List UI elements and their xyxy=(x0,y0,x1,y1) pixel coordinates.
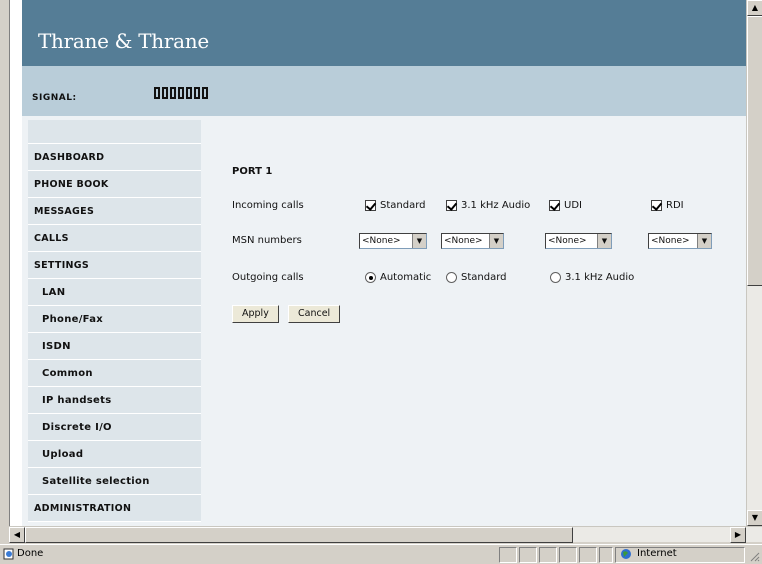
outgoing-standard-radio[interactable]: Standard xyxy=(446,272,507,283)
status-bar: Done Internet xyxy=(0,544,762,564)
horizontal-scrollbar[interactable]: ◀ ▶ xyxy=(9,526,762,543)
resize-grip-icon[interactable] xyxy=(748,550,760,562)
msn-select-4[interactable]: <None> ▼ xyxy=(648,233,712,249)
sidebar-item-messages[interactable]: MESSAGES xyxy=(28,198,201,225)
chevron-down-icon: ▼ xyxy=(697,234,711,248)
sidebar-item-isdn[interactable]: ISDN xyxy=(28,333,201,360)
scroll-down-icon[interactable]: ▼ xyxy=(747,510,762,526)
outgoing-31khz-radio[interactable]: 3.1 kHz Audio xyxy=(550,272,634,283)
status-pane xyxy=(499,547,517,563)
radio-icon xyxy=(446,272,457,283)
signal-segment xyxy=(194,87,200,99)
vertical-scroll-thumb[interactable] xyxy=(747,16,762,286)
status-pane xyxy=(519,547,537,563)
outgoing-calls-label: Outgoing calls xyxy=(232,272,304,283)
radio-label: Standard xyxy=(461,272,507,283)
incoming-rdi-checkbox[interactable]: RDI xyxy=(651,200,684,211)
msn-numbers-label: MSN numbers xyxy=(232,235,302,246)
outgoing-automatic-radio[interactable]: Automatic xyxy=(365,272,431,283)
chevron-down-icon: ▼ xyxy=(412,234,426,248)
horizontal-scroll-thumb[interactable] xyxy=(25,527,573,543)
zone-text: Internet xyxy=(637,548,677,559)
msn-select-3[interactable]: <None> ▼ xyxy=(545,233,612,249)
incoming-udi-checkbox[interactable]: UDI xyxy=(549,200,582,211)
status-pane xyxy=(579,547,597,563)
signal-segment xyxy=(162,87,168,99)
sidebar-item-administration[interactable]: ADMINISTRATION xyxy=(28,495,201,522)
sidebar-item-upload[interactable]: Upload xyxy=(28,441,201,468)
signal-segment xyxy=(178,87,184,99)
scroll-left-icon[interactable]: ◀ xyxy=(9,527,25,543)
radio-icon xyxy=(550,272,561,283)
chevron-down-icon: ▼ xyxy=(489,234,503,248)
signal-segment xyxy=(186,87,192,99)
incoming-31khz-checkbox[interactable]: 3.1 kHz Audio xyxy=(446,200,530,211)
radio-icon xyxy=(365,272,376,283)
cancel-button[interactable]: Cancel xyxy=(288,305,341,323)
brand-logo: Thrane & Thrane xyxy=(38,29,209,53)
sidebar-item-dashboard[interactable]: DASHBOARD xyxy=(28,144,201,171)
sidebar-item-ip-handsets[interactable]: IP handsets xyxy=(28,387,201,414)
signal-segment xyxy=(170,87,176,99)
sidebar-item-discrete-i-o[interactable]: Discrete I/O xyxy=(28,414,201,441)
status-pane xyxy=(539,547,557,563)
status-text: Done xyxy=(17,548,44,559)
sidebar-item-satellite-selection[interactable]: Satellite selection xyxy=(28,468,201,495)
radio-label: 3.1 kHz Audio xyxy=(565,272,635,283)
msn-select-2[interactable]: <None> ▼ xyxy=(441,233,504,249)
checkbox-label: Standard xyxy=(380,200,426,211)
signal-meter xyxy=(154,87,208,99)
checkbox-icon xyxy=(549,200,560,211)
signal-segment xyxy=(154,87,160,99)
sidebar-nav: DASHBOARD PHONE BOOK MESSAGES CALLS SETTINGS… xyxy=(28,120,201,522)
radio-label: Automatic xyxy=(380,272,432,283)
sidebar-item-settings[interactable]: SETTINGS xyxy=(28,252,201,279)
checkbox-label: UDI xyxy=(564,200,582,211)
signal-segment xyxy=(202,87,208,99)
apply-button[interactable]: Apply xyxy=(232,305,279,323)
status-pane xyxy=(559,547,577,563)
checkbox-icon xyxy=(365,200,376,211)
page-title: PORT 1 xyxy=(232,166,273,177)
sidebar-item-lan[interactable]: LAN xyxy=(28,279,201,306)
checkbox-icon xyxy=(446,200,457,211)
page-icon xyxy=(3,548,14,560)
checkbox-icon xyxy=(651,200,662,211)
checkbox-label: RDI xyxy=(666,200,684,211)
checkbox-label: 3.1 kHz Audio xyxy=(461,200,531,211)
sidebar-spacer xyxy=(28,120,201,144)
zone-pane xyxy=(615,547,745,563)
scroll-up-icon[interactable]: ▲ xyxy=(747,0,762,16)
sidebar-item-calls[interactable]: CALLS xyxy=(28,225,201,252)
vertical-scrollbar[interactable]: ▲ ▼ xyxy=(746,0,762,526)
msn-select-1[interactable]: <None> ▼ xyxy=(359,233,427,249)
status-pane xyxy=(599,547,613,563)
scroll-right-icon[interactable]: ▶ xyxy=(730,527,746,543)
globe-icon xyxy=(621,549,631,559)
signal-label: SIGNAL: xyxy=(32,93,77,103)
sidebar-item-phone-book[interactable]: PHONE BOOK xyxy=(28,171,201,198)
sidebar-item-phone-fax[interactable]: Phone/Fax xyxy=(28,306,201,333)
sidebar-item-common[interactable]: Common xyxy=(28,360,201,387)
incoming-standard-checkbox[interactable]: Standard xyxy=(365,200,426,211)
incoming-calls-label: Incoming calls xyxy=(232,200,304,211)
header-banner: Thrane & Thrane xyxy=(22,0,746,66)
signal-bar: SIGNAL: xyxy=(22,66,746,116)
chevron-down-icon: ▼ xyxy=(597,234,611,248)
